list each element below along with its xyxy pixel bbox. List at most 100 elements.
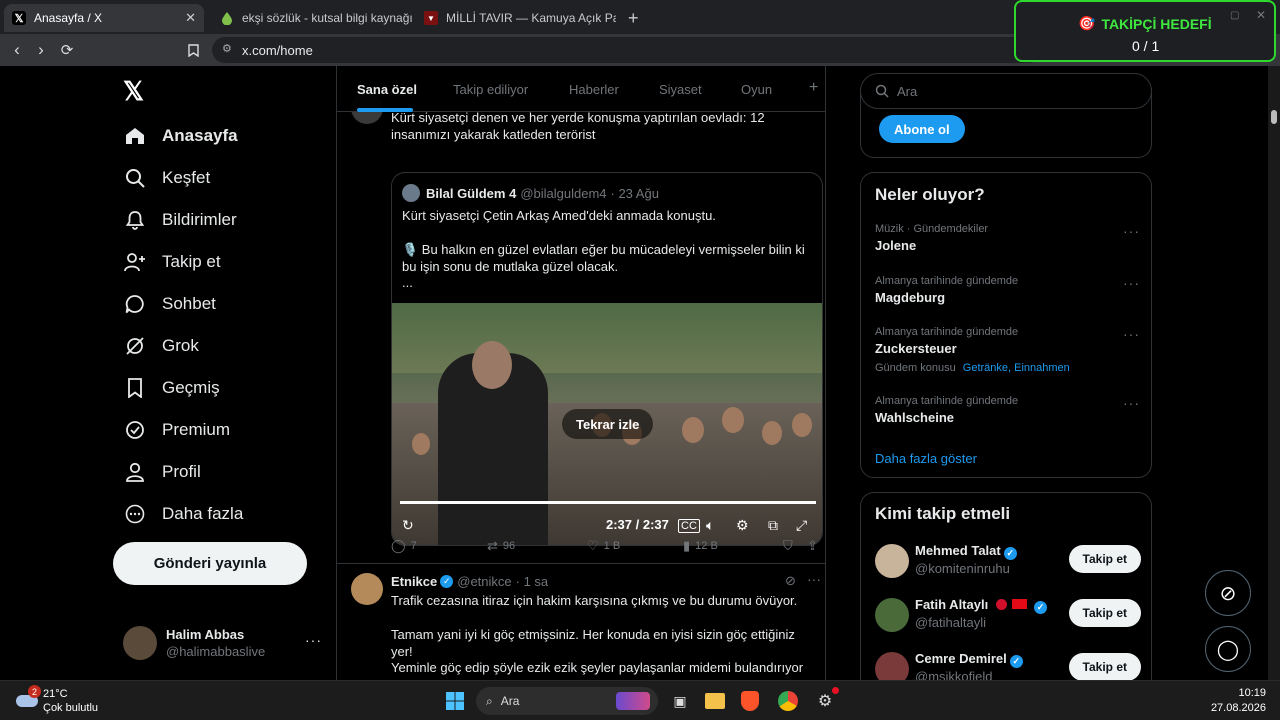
nav-follow[interactable]: Takip et xyxy=(123,250,221,274)
tweet[interactable]: Kürt siyasetçi denen ve her yerde konuşm… xyxy=(337,86,825,564)
new-tab-button[interactable]: + xyxy=(620,4,644,32)
nav-profile[interactable]: Profil xyxy=(123,460,201,484)
repost-icon: ⇄ xyxy=(487,538,498,553)
like-button[interactable]: ♡ 1 B xyxy=(587,538,620,554)
more-dots-icon[interactable]: ··· xyxy=(1123,223,1140,239)
task-view-icon[interactable]: ▣ xyxy=(668,689,692,713)
reply-button[interactable]: ◯ 7 xyxy=(391,538,417,554)
url-bar[interactable]: ⚙ x.com/home xyxy=(212,37,1042,63)
avatar xyxy=(875,544,909,578)
follow-button[interactable]: Takip et xyxy=(1068,545,1141,573)
nav-grok[interactable]: Grok xyxy=(123,334,199,358)
tab-for-you[interactable]: Sana özel xyxy=(357,82,417,97)
more-dots-icon[interactable]: ··· xyxy=(1123,395,1140,411)
verified-icon: ✓ xyxy=(1034,601,1048,614)
nav-explore[interactable]: Keşfet xyxy=(123,166,210,190)
bookmark-page-icon[interactable] xyxy=(180,37,206,63)
more-dots-icon[interactable]: ··· xyxy=(305,632,322,648)
fullscreen-icon[interactable]: ⤢ xyxy=(796,517,807,534)
more-dots-icon[interactable]: ··· xyxy=(807,571,821,587)
trend-item[interactable]: Müzik · Gündemdekiler Jolene ··· xyxy=(875,223,1140,253)
site-info-icon[interactable]: ⚙ xyxy=(222,42,232,55)
close-tab-icon[interactable]: ✕ xyxy=(185,10,196,26)
bookmark-button[interactable]: ⛉ xyxy=(783,538,798,554)
bookmark-icon xyxy=(123,376,147,400)
scrollbar-thumb[interactable] xyxy=(1271,110,1277,124)
trend-meta: Almanya tarihinde gündemde xyxy=(875,326,1019,338)
nav-premium[interactable]: Premium xyxy=(123,418,230,442)
account-switcher[interactable]: Halim Abbas @halimabbaslive ··· xyxy=(123,626,323,662)
tab-politics[interactable]: Siyaset xyxy=(659,82,702,97)
settings-icon[interactable]: ⚙ xyxy=(736,517,749,534)
nav-notifications[interactable]: Bildirimler xyxy=(123,208,237,232)
nav-label: Premium xyxy=(162,420,231,439)
trend-name: Wahlscheine xyxy=(875,410,954,425)
clock-time[interactable]: 10:19 xyxy=(1200,687,1266,699)
repost-button[interactable]: ⇄ 96 xyxy=(487,538,515,554)
avatar[interactable] xyxy=(351,573,383,605)
tab-title: MİLLİ TAVIR — Kamuya Açık Paylaşım xyxy=(446,11,616,25)
reload-icon[interactable]: ⟳ xyxy=(54,37,80,63)
add-tab-icon[interactable]: + xyxy=(809,79,818,97)
tab-x-home[interactable]: 𝕏 Anasayfa / X ✕ xyxy=(4,4,204,32)
tab-milli-tavir[interactable]: ▼ MİLLİ TAVIR — Kamuya Açık Paylaşım xyxy=(416,4,616,32)
quoted-tweet[interactable]: Bilal Güldem 4 @bilalguldem4 · 23 Ağu Kü… xyxy=(391,172,823,546)
follow-button[interactable]: Takip et xyxy=(1068,599,1141,627)
page-scrollbar[interactable] xyxy=(1268,66,1280,680)
trend-item[interactable]: Almanya tarihinde gündemde Magdeburg ··· xyxy=(875,275,1140,305)
brave-browser-icon[interactable] xyxy=(738,689,762,713)
subscribe-button[interactable]: Abone ol xyxy=(879,115,965,143)
more-dots-icon[interactable]: ··· xyxy=(1123,275,1140,291)
trend-item[interactable]: Almanya tarihinde gündemde Zuckersteuer … xyxy=(875,326,1140,374)
nav-more[interactable]: Daha fazla xyxy=(123,502,243,526)
nav-home[interactable]: Anasayfa xyxy=(123,124,238,148)
chrome-icon[interactable] xyxy=(776,689,800,713)
follow-button[interactable]: Takip et xyxy=(1068,653,1141,681)
close-icon[interactable]: ✕ xyxy=(1256,8,1266,22)
back-icon[interactable]: ‹ xyxy=(4,37,30,63)
file-explorer-icon[interactable] xyxy=(703,689,727,713)
share-button[interactable]: ⇪ xyxy=(807,538,823,554)
show-more-link[interactable]: Daha fazla göster xyxy=(875,451,977,466)
replay-button[interactable]: Tekrar izle xyxy=(562,409,654,439)
video-progress-bar[interactable] xyxy=(400,501,816,504)
replay-icon[interactable]: ↻ xyxy=(402,517,414,534)
trend-topic-links[interactable]: Getränke, Einnahmen xyxy=(963,362,1070,374)
chat-icon: ◯ xyxy=(1216,638,1240,661)
forward-icon[interactable]: › xyxy=(28,37,54,63)
tab-following[interactable]: Takip ediliyor xyxy=(453,82,528,97)
quote-line-1: Kürt siyasetçi Çetin Arkaş Amed'deki anm… xyxy=(402,208,716,223)
captions-icon[interactable]: CC xyxy=(678,519,700,533)
windows-start-icon[interactable] xyxy=(443,689,467,713)
tab-news[interactable]: Haberler xyxy=(569,82,619,97)
popout-icon[interactable]: ▢ xyxy=(1230,10,1239,21)
weather-badge: 2 xyxy=(28,685,41,698)
messages-floating-button[interactable]: ◯ xyxy=(1205,626,1251,672)
suggested-account[interactable]: Mehmed Talat ✓ @komiteninruhu Takip et xyxy=(875,543,1141,579)
suggested-account[interactable]: Fatih Altaylı ✓ @fatihaltayli Takip et xyxy=(875,597,1141,633)
nav-bookmarks[interactable]: Geçmiş xyxy=(123,376,220,400)
pip-icon[interactable]: ⧉ xyxy=(768,517,778,534)
grok-icon[interactable]: ⊘ xyxy=(785,573,796,589)
nav-chat[interactable]: Sohbet xyxy=(123,292,216,316)
tab-eksi[interactable]: ekşi sözlük - kutsal bilgi kaynağı xyxy=(212,4,412,32)
trend-item[interactable]: Almanya tarihinde gündemde Wahlscheine ·… xyxy=(875,395,1140,425)
tweet[interactable]: Etnikce ✓ @etnikce · 1 sa ⊘ ··· Trafik c… xyxy=(337,565,825,680)
x-logo-icon[interactable]: 𝕏 xyxy=(123,76,144,107)
app-icon[interactable]: ⚙ xyxy=(813,687,839,713)
tweet-paragraph: Yeminle göç edip şöyle ezik ezik şeyler … xyxy=(391,660,804,675)
more-dots-icon[interactable]: ··· xyxy=(1123,326,1140,342)
volume-icon[interactable]: 🔈︎ xyxy=(706,517,714,534)
account-name: Halim Abbas xyxy=(166,627,245,642)
grok-floating-button[interactable]: ⊘ xyxy=(1205,570,1251,616)
weather-widget[interactable]: 2 xyxy=(14,685,41,709)
nav-label: Bildirimler xyxy=(162,210,237,229)
views-button[interactable]: ▮ 12 B xyxy=(683,538,718,554)
post-button[interactable]: Gönderi yayınla xyxy=(113,542,307,585)
tweet-paragraph: Trafik cezasına itiraz için hakim karşıs… xyxy=(391,593,798,608)
video-player[interactable]: Tekrar izle ↻ 2:37 / 2:37 CC 🔈︎ ⚙ ⧉ ⤢ xyxy=(392,303,822,545)
taskbar-search[interactable]: ⌕ Ara xyxy=(476,687,658,715)
target-icon: 🎯 xyxy=(1078,15,1096,31)
clock-date[interactable]: 27.08.2026 xyxy=(1200,702,1266,714)
tab-gaming[interactable]: Oyun xyxy=(741,82,772,97)
